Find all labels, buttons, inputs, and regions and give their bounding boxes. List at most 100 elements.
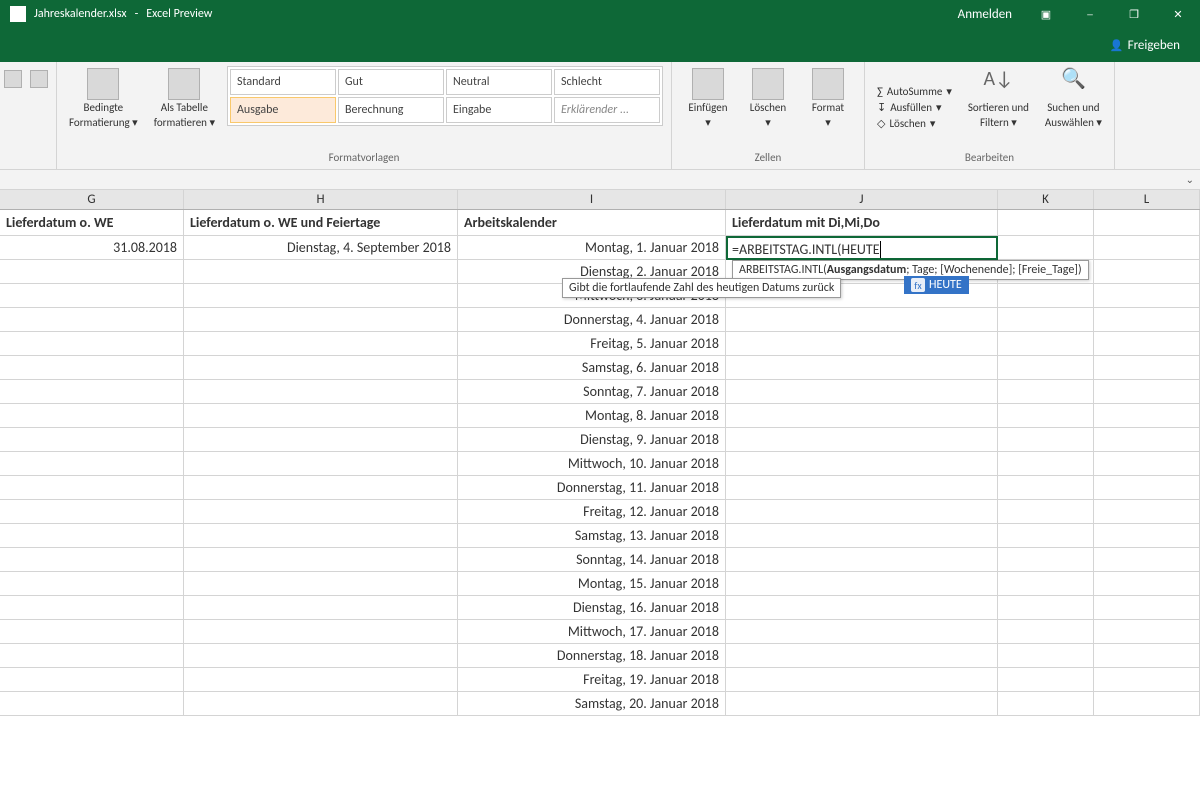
header-i[interactable]: Arbeitskalender bbox=[458, 210, 726, 236]
cell[interactable] bbox=[1094, 308, 1200, 332]
cell[interactable] bbox=[998, 284, 1094, 308]
cell[interactable] bbox=[1094, 644, 1200, 668]
cell[interactable] bbox=[998, 308, 1094, 332]
cell[interactable] bbox=[998, 452, 1094, 476]
style-standard[interactable]: Standard bbox=[230, 69, 336, 95]
cell[interactable] bbox=[726, 452, 998, 476]
cell[interactable] bbox=[726, 692, 998, 716]
style-schlecht[interactable]: Schlecht bbox=[554, 69, 660, 95]
cell-date[interactable]: Samstag, 13. Januar 2018 bbox=[458, 524, 726, 548]
cell[interactable] bbox=[184, 308, 458, 332]
cell[interactable] bbox=[1094, 404, 1200, 428]
header-g[interactable]: Lieferdatum o. WE bbox=[0, 210, 184, 236]
cell-k2[interactable] bbox=[998, 236, 1094, 260]
formula-bar-stub[interactable]: ⌄ bbox=[0, 170, 1200, 190]
style-berechnung[interactable]: Berechnung bbox=[338, 97, 444, 123]
cell[interactable] bbox=[0, 356, 184, 380]
minimize-button[interactable]: ─ bbox=[1068, 0, 1112, 28]
cell[interactable] bbox=[998, 404, 1094, 428]
clear-button[interactable]: ◇ Löschen ▾ bbox=[873, 116, 956, 131]
cell[interactable] bbox=[998, 428, 1094, 452]
cell[interactable] bbox=[1094, 284, 1200, 308]
cell-l2[interactable] bbox=[1094, 236, 1200, 260]
cell-date[interactable]: Dienstag, 9. Januar 2018 bbox=[458, 428, 726, 452]
cell[interactable] bbox=[0, 620, 184, 644]
sort-filter-button[interactable]: A↓ Sortieren und Filtern ▾ bbox=[964, 66, 1033, 148]
cell-date[interactable]: Sonntag, 7. Januar 2018 bbox=[458, 380, 726, 404]
col-header-l[interactable]: L bbox=[1094, 190, 1200, 209]
cell[interactable] bbox=[726, 500, 998, 524]
signin-button[interactable]: Anmelden bbox=[946, 7, 1024, 22]
header-l[interactable] bbox=[1094, 210, 1200, 236]
cell[interactable] bbox=[726, 524, 998, 548]
cell[interactable] bbox=[184, 284, 458, 308]
delete-cells-button[interactable]: Löschen▾ bbox=[740, 66, 796, 131]
cell[interactable] bbox=[726, 380, 998, 404]
cell[interactable] bbox=[726, 548, 998, 572]
cell[interactable] bbox=[998, 548, 1094, 572]
cell-date[interactable]: Montag, 15. Januar 2018 bbox=[458, 572, 726, 596]
cell-date[interactable]: Montag, 8. Januar 2018 bbox=[458, 404, 726, 428]
chevron-down-icon[interactable]: ⌄ bbox=[1186, 173, 1194, 186]
cell[interactable] bbox=[184, 404, 458, 428]
cell[interactable] bbox=[184, 452, 458, 476]
cell[interactable] bbox=[1094, 500, 1200, 524]
cell[interactable] bbox=[726, 332, 998, 356]
restore-button[interactable]: ❐ bbox=[1112, 0, 1156, 28]
col-header-h[interactable]: H bbox=[184, 190, 458, 209]
cell[interactable] bbox=[1094, 452, 1200, 476]
increase-decimal-icon[interactable] bbox=[30, 70, 48, 88]
cell[interactable] bbox=[0, 452, 184, 476]
cell-date[interactable]: Mittwoch, 10. Januar 2018 bbox=[458, 452, 726, 476]
format-cells-button[interactable]: Format▾ bbox=[800, 66, 856, 131]
cell[interactable] bbox=[0, 260, 184, 284]
cell[interactable] bbox=[0, 380, 184, 404]
cell[interactable] bbox=[1094, 380, 1200, 404]
header-h[interactable]: Lieferdatum o. WE und Feiertage bbox=[184, 210, 458, 236]
cell[interactable] bbox=[726, 572, 998, 596]
cell[interactable] bbox=[184, 596, 458, 620]
col-header-k[interactable]: K bbox=[998, 190, 1094, 209]
cell[interactable] bbox=[0, 428, 184, 452]
share-button[interactable]: 👤 Freigeben bbox=[1110, 38, 1180, 53]
cell[interactable] bbox=[1094, 524, 1200, 548]
cell[interactable] bbox=[726, 404, 998, 428]
cell[interactable] bbox=[0, 572, 184, 596]
style-ausgabe[interactable]: Ausgabe bbox=[230, 97, 336, 123]
format-as-table-button[interactable]: Als Tabelle formatieren ▾ bbox=[150, 66, 219, 131]
cell-date[interactable]: Dienstag, 16. Januar 2018 bbox=[458, 596, 726, 620]
cell-date[interactable]: Mittwoch, 17. Januar 2018 bbox=[458, 620, 726, 644]
cell[interactable] bbox=[1094, 668, 1200, 692]
cell[interactable] bbox=[998, 620, 1094, 644]
cell[interactable] bbox=[1094, 620, 1200, 644]
cell-date[interactable]: Sonntag, 14. Januar 2018 bbox=[458, 548, 726, 572]
indent-decrease-icon[interactable] bbox=[4, 70, 22, 88]
cell[interactable] bbox=[184, 548, 458, 572]
cell[interactable] bbox=[998, 332, 1094, 356]
cell[interactable] bbox=[184, 668, 458, 692]
cell[interactable] bbox=[998, 380, 1094, 404]
cell[interactable] bbox=[998, 356, 1094, 380]
cell[interactable] bbox=[0, 500, 184, 524]
cell[interactable] bbox=[1094, 260, 1200, 284]
cell[interactable] bbox=[184, 620, 458, 644]
col-header-j[interactable]: J bbox=[726, 190, 998, 209]
cell[interactable] bbox=[726, 596, 998, 620]
cell-h2[interactable]: Dienstag, 4. September 2018 bbox=[184, 236, 458, 260]
cell[interactable] bbox=[1094, 692, 1200, 716]
style-neutral[interactable]: Neutral bbox=[446, 69, 552, 95]
cell[interactable] bbox=[998, 644, 1094, 668]
cell[interactable] bbox=[1094, 428, 1200, 452]
cell[interactable] bbox=[1094, 596, 1200, 620]
cell[interactable] bbox=[0, 596, 184, 620]
cell-date[interactable]: Samstag, 6. Januar 2018 bbox=[458, 356, 726, 380]
cell[interactable] bbox=[0, 548, 184, 572]
cell[interactable] bbox=[0, 524, 184, 548]
cell[interactable] bbox=[184, 500, 458, 524]
cell[interactable] bbox=[726, 620, 998, 644]
cell-g2[interactable]: 31.08.2018 bbox=[0, 236, 184, 260]
cell[interactable] bbox=[184, 692, 458, 716]
header-j[interactable]: Lieferdatum mit Di,Mi,Do bbox=[726, 210, 998, 236]
cell[interactable] bbox=[184, 476, 458, 500]
cell[interactable] bbox=[0, 668, 184, 692]
